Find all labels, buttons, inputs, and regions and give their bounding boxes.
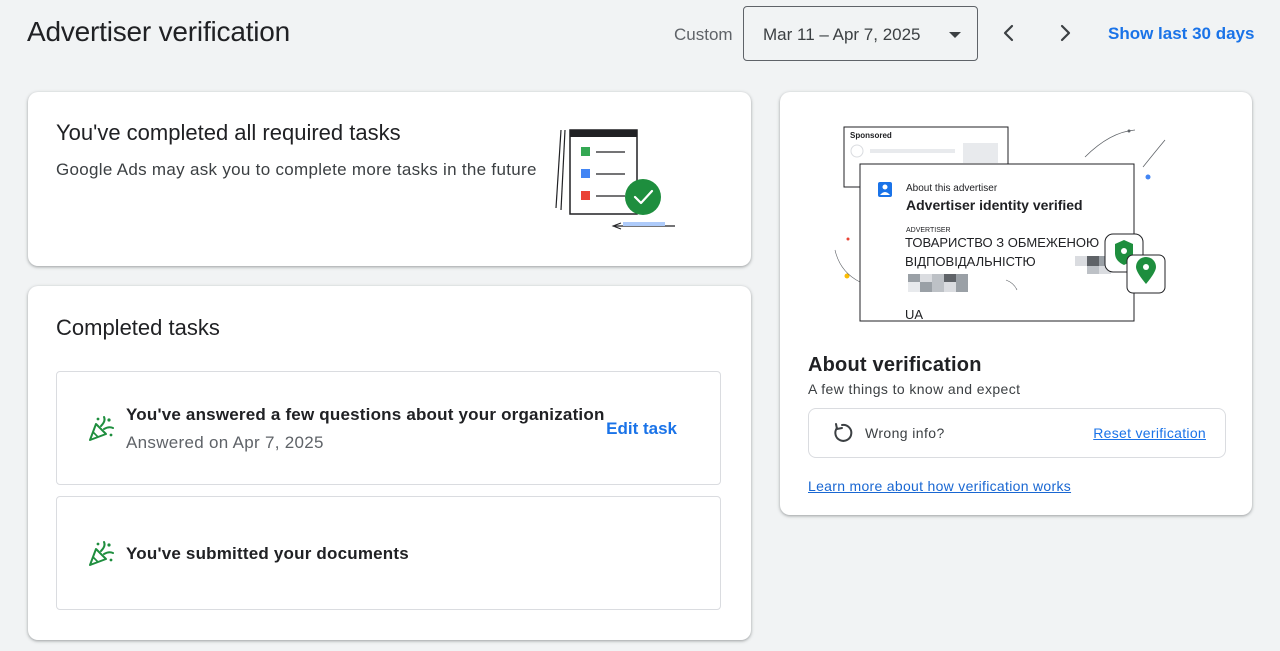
learn-more-link[interactable]: Learn more about how verification works	[808, 478, 1071, 494]
checklist-complete-illustration	[555, 129, 675, 230]
next-period-button[interactable]	[1048, 16, 1082, 50]
chevron-right-icon	[1060, 24, 1071, 42]
refresh-icon	[834, 423, 853, 442]
advertiser-caption: ADVERTISER	[906, 227, 951, 234]
party-popper-icon	[89, 416, 114, 441]
reset-verification-link[interactable]: Reset verification	[1093, 425, 1206, 441]
about-verification-title: About verification	[808, 354, 982, 376]
wrong-info-label: Wrong info?	[865, 425, 945, 441]
about-advertiser-label: About this advertiser	[906, 183, 998, 194]
page-title: Advertiser verification	[27, 16, 291, 47]
party-popper-icon	[89, 541, 114, 566]
date-range-value: Mar 11 – Apr 7, 2025	[763, 25, 921, 44]
about-verification-subtitle: A few things to know and expect	[808, 381, 1021, 397]
advertiser-name-line1: ТОВАРИСТВО З ОБМЕЖЕНОЮ	[905, 235, 1099, 250]
status-title: You've completed all required tasks	[56, 120, 401, 145]
task-title: You've answered a few questions about yo…	[126, 405, 605, 424]
task-answered-date: Answered on Apr 7, 2025	[126, 433, 324, 452]
task-row-documents: You've submitted your documents	[56, 496, 721, 610]
previous-period-button[interactable]	[992, 16, 1026, 50]
verification-illustration: Sponsored About this advertiser Advertis…	[834, 126, 1166, 322]
status-subtitle: Google Ads may ask you to complete more …	[56, 160, 537, 179]
sponsored-label: Sponsored	[850, 131, 892, 140]
dropdown-arrow-icon	[949, 32, 961, 38]
completed-tasks-title: Completed tasks	[56, 315, 220, 340]
tasks-status-card: You've completed all required tasks Goog…	[28, 92, 751, 266]
identity-verified-label: Advertiser identity verified	[906, 197, 1083, 213]
task-row-organization-questions: You've answered a few questions about yo…	[56, 371, 721, 485]
show-last-30-days-button[interactable]: Show last 30 days	[1108, 24, 1254, 44]
about-verification-card: Sponsored About this advertiser Advertis…	[780, 92, 1252, 515]
completed-tasks-card: Completed tasks You've answered a few qu…	[28, 286, 751, 640]
advertiser-name-line2: ВІДПОВІДАЛЬНІСТЮ	[905, 254, 1036, 269]
task-title: You've submitted your documents	[126, 544, 409, 563]
edit-task-button[interactable]: Edit task	[606, 419, 677, 439]
advertiser-country: UA	[905, 307, 923, 322]
wrong-info-panel: Wrong info? Reset verification	[808, 408, 1226, 458]
date-range-type-label: Custom	[674, 25, 733, 44]
date-range-dropdown[interactable]: Mar 11 – Apr 7, 2025	[743, 6, 978, 61]
chevron-left-icon	[1003, 24, 1014, 42]
